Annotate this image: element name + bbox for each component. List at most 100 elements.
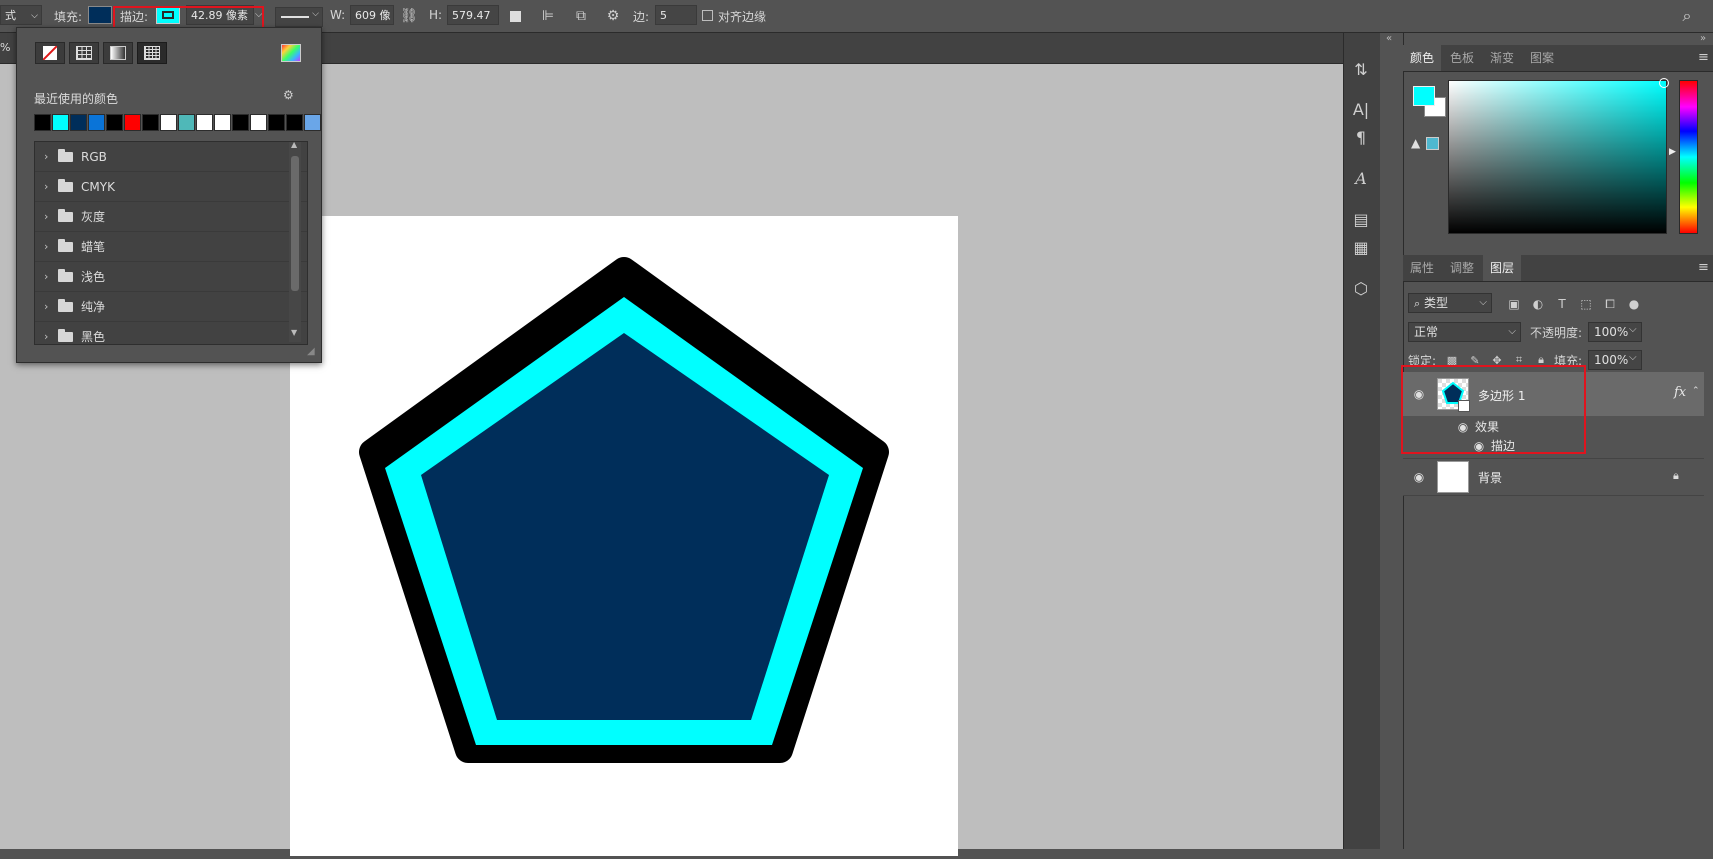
chevron-right-icon[interactable]: › (44, 300, 56, 313)
recent-color-swatch[interactable] (160, 114, 177, 131)
search-icon[interactable]: ⌕ (1677, 6, 1697, 26)
stroke-swatch[interactable] (156, 6, 180, 24)
path-arrangement-icon[interactable]: ⧉ (571, 6, 591, 26)
chevron-down-icon[interactable]: ⌵ (1629, 324, 1637, 335)
eye-icon[interactable]: ◉ (1411, 470, 1427, 484)
color-field[interactable] (1448, 80, 1667, 234)
lock-icon[interactable]: 🔒︎ (1673, 469, 1679, 483)
lock-all-icon[interactable]: 🔒︎ (1534, 353, 1548, 367)
recent-color-swatch[interactable] (304, 114, 321, 131)
layer-row-polygon[interactable]: ◉ 多边形 1 fx ⌃ (1403, 372, 1704, 416)
gear-icon[interactable]: ⚙ (283, 88, 294, 102)
lock-position-icon[interactable]: ✥ (1490, 353, 1504, 367)
3d-cube-icon[interactable]: ⬡ (1350, 277, 1372, 299)
scroll-down-icon[interactable]: ▼ (291, 328, 297, 337)
tab-properties[interactable]: 属性 (1403, 255, 1441, 281)
recent-color-swatch[interactable] (52, 114, 69, 131)
pattern-button[interactable] (137, 42, 167, 64)
fx-icon[interactable]: fx (1674, 385, 1686, 400)
recent-color-swatch[interactable] (250, 114, 267, 131)
path-alignment-icon[interactable]: ⊫ (538, 6, 558, 26)
effects-label[interactable]: 效果 (1475, 418, 1499, 435)
solid-color-button[interactable] (69, 42, 99, 64)
recent-color-swatch[interactable] (232, 114, 249, 131)
warning-icon[interactable]: ▲ (1411, 136, 1420, 150)
collapse-icon[interactable]: « (1386, 33, 1392, 44)
resize-grip-icon[interactable]: ◢ (307, 346, 315, 357)
chevron-right-icon[interactable]: › (44, 180, 56, 193)
layer-filter-select[interactable]: ⌕ 类型 ⌵ (1408, 293, 1492, 313)
layer-row-background[interactable]: ◉ 背景 🔒︎ (1403, 458, 1704, 496)
align-edges-checkbox[interactable] (702, 10, 713, 21)
swatch-folder[interactable]: › 黑色 (35, 322, 307, 344)
recent-color-swatch[interactable] (178, 114, 195, 131)
document-canvas[interactable] (290, 216, 958, 856)
tool-mode-select[interactable]: 式 ⌵ (0, 5, 42, 25)
layer-name[interactable]: 多边形 1 (1478, 387, 1525, 404)
recent-color-swatch[interactable] (214, 114, 231, 131)
shape-filter-icon[interactable]: ⬚ (1578, 296, 1594, 312)
chevron-right-icon[interactable]: › (44, 330, 56, 343)
chevron-right-icon[interactable]: › (44, 270, 56, 283)
tab-layers[interactable]: 图层 (1483, 255, 1522, 281)
chevron-right-icon[interactable]: › (44, 150, 56, 163)
pentagon-shape[interactable] (290, 216, 958, 856)
notes-icon[interactable]: ▦ (1350, 236, 1372, 258)
paragraph-icon[interactable]: ¶ (1350, 126, 1372, 148)
layer-name[interactable]: 背景 (1478, 469, 1502, 486)
image-filter-icon[interactable]: ▣ (1506, 296, 1522, 312)
link-icon[interactable]: ⛓ (399, 6, 419, 26)
smart-object-filter-icon[interactable]: ⧠ (1602, 296, 1618, 312)
tab-color[interactable]: 颜色 (1403, 45, 1442, 71)
recent-color-swatch[interactable] (88, 114, 105, 131)
lock-transparent-icon[interactable]: ▩ (1445, 353, 1459, 367)
tab-adjustments[interactable]: 调整 (1443, 255, 1481, 281)
no-color-button[interactable] (35, 42, 65, 64)
eye-icon[interactable]: ◉ (1471, 439, 1487, 453)
recent-color-swatch[interactable] (142, 114, 159, 131)
panel-menu-icon[interactable]: ≡ (1698, 260, 1709, 275)
color-picker-icon[interactable] (281, 44, 301, 62)
gear-icon[interactable]: ⚙ (603, 6, 623, 26)
filter-toggle-icon[interactable]: ● (1626, 296, 1642, 312)
type-filter-icon[interactable]: T (1554, 296, 1570, 312)
color-picker-cursor[interactable] (1659, 78, 1669, 88)
swatch-folder[interactable]: › RGB (35, 142, 307, 172)
swatch-folder[interactable]: › 蜡笔 (35, 232, 307, 262)
fill-swatch[interactable] (88, 6, 112, 24)
width-input[interactable]: 609 像 (350, 5, 394, 25)
recent-color-swatch[interactable] (196, 114, 213, 131)
chevron-right-icon[interactable]: › (44, 210, 56, 223)
character-icon[interactable]: A| (1350, 98, 1372, 120)
chevron-up-icon[interactable]: ⌃ (1692, 386, 1700, 396)
hue-slider-handle-icon[interactable]: ▶ (1669, 147, 1676, 157)
swatch-folder[interactable]: › 灰度 (35, 202, 307, 232)
chevron-down-icon[interactable]: ⌵ (255, 9, 263, 20)
tab-gradients[interactable]: 渐变 (1483, 45, 1521, 71)
lock-artboard-icon[interactable]: ⌗ (1512, 353, 1526, 367)
tab-swatches[interactable]: 色板 (1443, 45, 1481, 71)
stroke-type-select[interactable]: ⌵ (275, 7, 323, 27)
height-input[interactable]: 579.47 (447, 5, 499, 25)
tab-patterns[interactable]: 图案 (1523, 45, 1561, 71)
scroll-up-icon[interactable]: ▲ (291, 140, 297, 149)
recent-color-swatch[interactable] (286, 114, 303, 131)
collapse-icon[interactable]: » (1700, 33, 1706, 44)
recent-color-swatch[interactable] (268, 114, 285, 131)
sides-input[interactable]: 5 (655, 5, 697, 25)
history-icon[interactable]: ⇅ (1350, 58, 1372, 80)
eye-icon[interactable]: ◉ (1455, 420, 1471, 434)
swatch-folder[interactable]: › 浅色 (35, 262, 307, 292)
panel-menu-icon[interactable]: ≡ (1698, 50, 1709, 65)
web-safe-swatch[interactable] (1426, 137, 1439, 150)
libraries-icon[interactable]: ▤ (1350, 208, 1372, 230)
recent-color-swatch[interactable] (70, 114, 87, 131)
gradient-button[interactable] (103, 42, 133, 64)
adjustment-filter-icon[interactable]: ◐ (1530, 296, 1546, 312)
recent-color-swatch[interactable] (124, 114, 141, 131)
recent-color-swatch[interactable] (106, 114, 123, 131)
swatch-folder[interactable]: › 纯净 (35, 292, 307, 322)
stroke-width-input[interactable]: 42.89 像素 (186, 5, 254, 25)
hue-slider[interactable] (1679, 80, 1698, 234)
eye-icon[interactable]: ◉ (1411, 387, 1427, 401)
